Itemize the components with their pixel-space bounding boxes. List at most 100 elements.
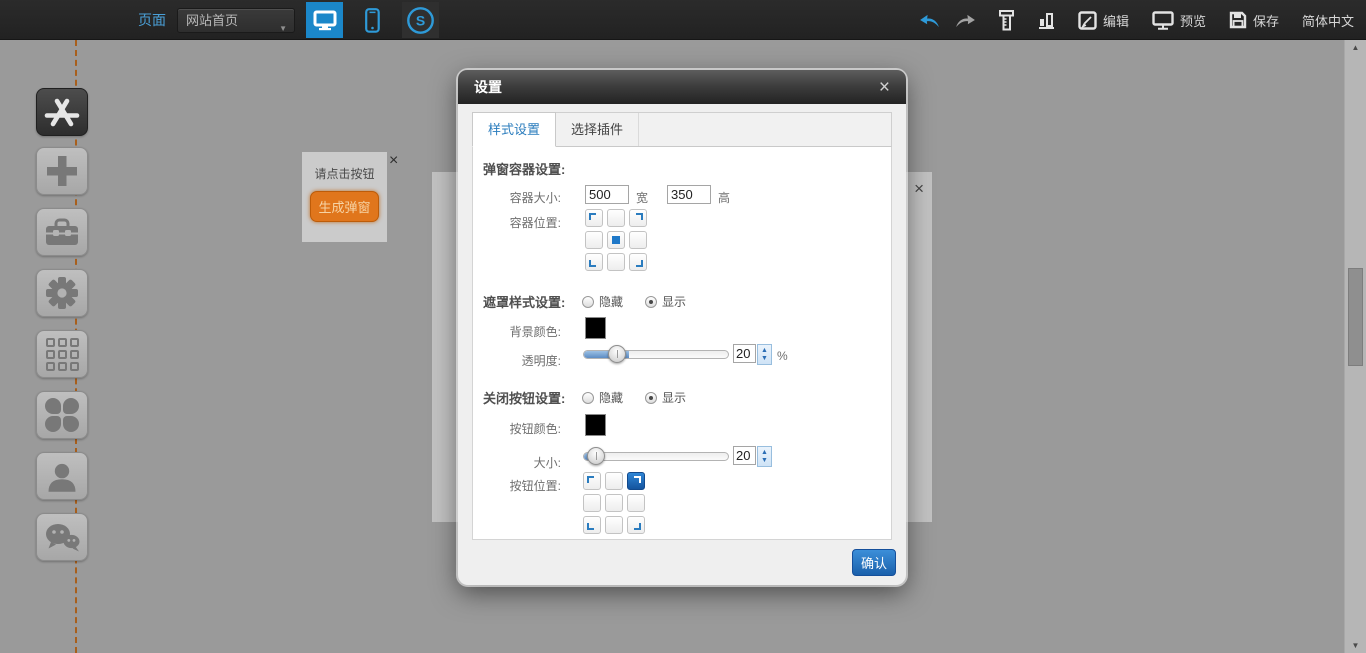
close-btn-color-swatch[interactable] bbox=[585, 414, 606, 436]
redo-button[interactable] bbox=[955, 13, 976, 28]
scroll-down-icon[interactable]: ▼ bbox=[1345, 641, 1366, 650]
spinner-up-icon[interactable]: ▲ bbox=[761, 347, 768, 355]
circle-s-icon: S bbox=[406, 6, 435, 35]
popup-plugin-widget[interactable]: 请点击按钮 生成弹窗 bbox=[302, 152, 387, 242]
close-btn-show-radio[interactable]: 显示 bbox=[645, 389, 686, 406]
sidebar-item-user[interactable] bbox=[36, 452, 88, 500]
btn-pos-top-right-selected[interactable] bbox=[627, 472, 645, 490]
tab-select-plugin[interactable]: 选择插件 bbox=[556, 113, 639, 146]
mask-show-radio[interactable]: 显示 bbox=[645, 293, 686, 310]
sidebar-item-wechat[interactable] bbox=[36, 513, 88, 561]
confirm-button[interactable]: 确认 bbox=[852, 549, 896, 576]
close-btn-size-slider[interactable] bbox=[583, 452, 729, 461]
popup-preview-close-icon[interactable]: × bbox=[914, 179, 924, 199]
mask-bg-color-swatch[interactable] bbox=[585, 317, 606, 339]
settings-dialog: 设置 × 样式设置 选择插件 弹窗容器设置: 容器大小: 宽 高 容器位置: bbox=[458, 70, 906, 585]
sidebar-item-add[interactable] bbox=[36, 147, 88, 195]
btn-pos-top-left[interactable] bbox=[583, 472, 601, 490]
ruler-button[interactable] bbox=[999, 10, 1015, 31]
dialog-close-icon[interactable]: × bbox=[879, 78, 890, 97]
btn-pos-center[interactable] bbox=[605, 494, 623, 512]
radio-selected-icon bbox=[645, 296, 657, 308]
sidebar-item-settings[interactable] bbox=[36, 269, 88, 317]
page-scrollbar[interactable]: ▲ ▼ bbox=[1344, 40, 1366, 653]
mask-bg-color-label: 背景颜色: bbox=[473, 323, 561, 340]
slider-thumb[interactable] bbox=[608, 345, 626, 363]
redo-icon bbox=[955, 13, 976, 28]
svg-text:S: S bbox=[416, 12, 425, 28]
device-mobile-button[interactable] bbox=[354, 2, 391, 38]
scrollbar-thumb[interactable] bbox=[1348, 268, 1363, 366]
btn-pos-left[interactable] bbox=[583, 494, 601, 512]
container-position-grid bbox=[585, 209, 647, 271]
sidebar-item-app-market[interactable] bbox=[36, 88, 88, 136]
radio-selected-icon bbox=[645, 392, 657, 404]
container-pos-top-right[interactable] bbox=[629, 209, 647, 227]
preview-monitor-icon bbox=[1152, 11, 1174, 30]
desktop-monitor-icon bbox=[313, 10, 337, 31]
slider-thumb[interactable] bbox=[587, 447, 605, 465]
btn-pos-right[interactable] bbox=[627, 494, 645, 512]
edit-button[interactable]: 编辑 bbox=[1078, 11, 1129, 30]
container-pos-center-selected[interactable] bbox=[607, 231, 625, 249]
device-desktop-button[interactable] bbox=[306, 2, 343, 38]
sidebar-item-modules[interactable] bbox=[36, 330, 88, 378]
mask-hide-label: 隐藏 bbox=[599, 293, 623, 310]
close-btn-size-label: 大小: bbox=[473, 454, 561, 471]
mask-opacity-label: 透明度: bbox=[473, 352, 561, 369]
grid-icon bbox=[46, 338, 79, 371]
generate-popup-button[interactable]: 生成弹窗 bbox=[310, 191, 378, 222]
close-btn-size-input[interactable] bbox=[733, 446, 756, 465]
close-btn-hide-radio[interactable]: 隐藏 bbox=[582, 389, 623, 406]
container-height-input[interactable] bbox=[667, 185, 711, 204]
container-size-label: 容器大小: bbox=[473, 189, 561, 206]
statistics-button[interactable] bbox=[1038, 11, 1055, 29]
container-section-title: 弹窗容器设置: bbox=[483, 159, 565, 178]
btn-pos-bottom-left[interactable] bbox=[583, 516, 601, 534]
language-selector[interactable]: 简体中文 bbox=[1302, 11, 1354, 30]
mask-hide-radio[interactable]: 隐藏 bbox=[582, 293, 623, 310]
tab-style-settings[interactable]: 样式设置 bbox=[472, 112, 556, 147]
close-btn-position-grid bbox=[583, 472, 645, 534]
chevron-down-icon: ▼ bbox=[279, 17, 287, 40]
container-pos-bottom-right[interactable] bbox=[629, 253, 647, 271]
sidebar-item-toolbox[interactable] bbox=[36, 208, 88, 256]
save-floppy-icon bbox=[1229, 11, 1247, 29]
style-settings-panel: 弹窗容器设置: 容器大小: 宽 高 容器位置: bbox=[472, 147, 892, 540]
container-pos-bottom[interactable] bbox=[607, 253, 625, 271]
btn-pos-bottom-right[interactable] bbox=[627, 516, 645, 534]
mobile-phone-icon bbox=[365, 8, 380, 33]
container-pos-right[interactable] bbox=[629, 231, 647, 249]
preview-button[interactable]: 预览 bbox=[1152, 11, 1206, 30]
save-label: 保存 bbox=[1253, 11, 1279, 30]
scroll-up-icon[interactable]: ▲ bbox=[1345, 43, 1366, 52]
spinner-down-icon[interactable]: ▼ bbox=[761, 457, 768, 465]
close-btn-size-spinner: ▲ ▼ bbox=[757, 446, 772, 467]
ruler-icon bbox=[999, 10, 1015, 31]
mask-show-label: 显示 bbox=[662, 293, 686, 310]
device-sync-button[interactable]: S bbox=[402, 2, 439, 38]
save-button[interactable]: 保存 bbox=[1229, 11, 1279, 30]
undo-button[interactable] bbox=[919, 13, 940, 28]
widget-close-icon[interactable]: × bbox=[389, 152, 398, 170]
page-dropdown[interactable]: 网站首页 ▼ bbox=[177, 8, 295, 33]
dialog-title: 设置 bbox=[474, 77, 502, 97]
close-button-section-title: 关闭按钮设置: bbox=[483, 388, 565, 407]
spinner-up-icon[interactable]: ▲ bbox=[761, 449, 768, 457]
btn-pos-bottom[interactable] bbox=[605, 516, 623, 534]
edit-pencil-icon bbox=[1078, 11, 1097, 30]
container-pos-left[interactable] bbox=[585, 231, 603, 249]
container-width-input[interactable] bbox=[585, 185, 629, 204]
widget-hint-text: 请点击按钮 bbox=[302, 165, 387, 182]
mask-opacity-input[interactable] bbox=[733, 344, 756, 363]
container-pos-top[interactable] bbox=[607, 209, 625, 227]
container-pos-bottom-left[interactable] bbox=[585, 253, 603, 271]
wechat-icon bbox=[43, 522, 81, 552]
user-icon bbox=[44, 460, 80, 493]
sidebar-item-plugins[interactable] bbox=[36, 391, 88, 439]
editor-canvas: × 请点击按钮 生成弹窗 × ▲ ▼ 设置 × 样式设置 选择插件 bbox=[0, 40, 1366, 653]
spinner-down-icon[interactable]: ▼ bbox=[761, 355, 768, 363]
container-pos-top-left[interactable] bbox=[585, 209, 603, 227]
mask-opacity-slider[interactable] bbox=[583, 350, 729, 359]
btn-pos-top[interactable] bbox=[605, 472, 623, 490]
